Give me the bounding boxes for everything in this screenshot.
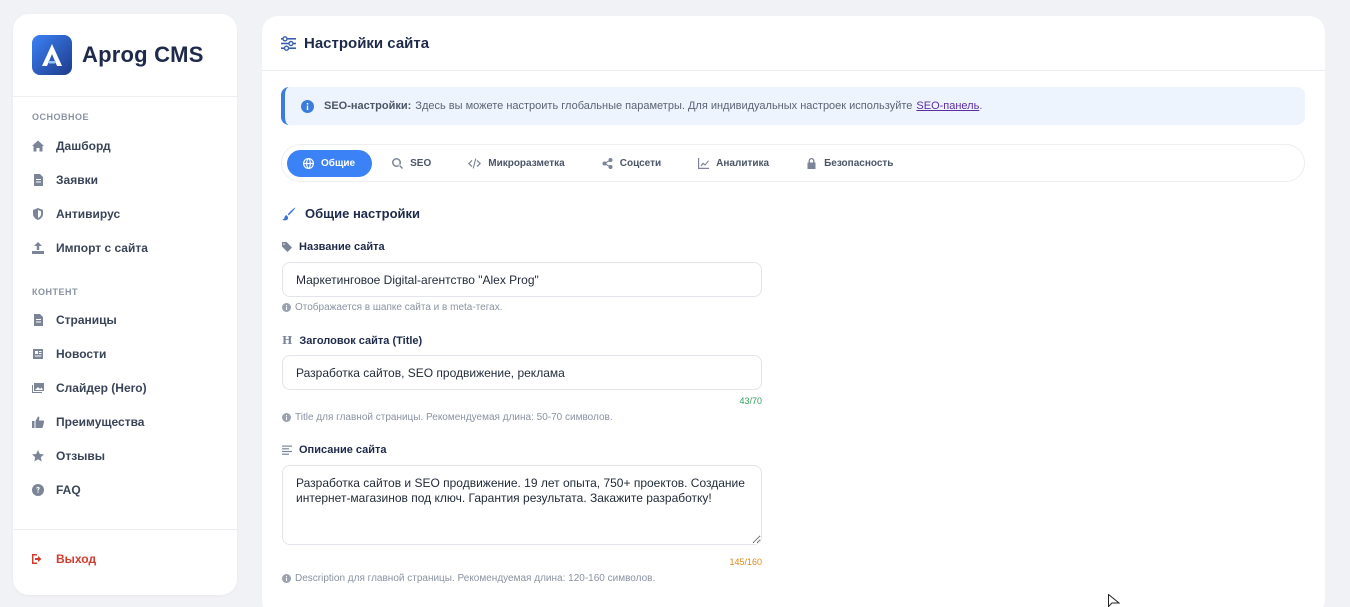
settings-tabs: Общие SEO Микроразметка Соцсети Аналитик… [281, 144, 1305, 182]
brand-logo-icon [32, 35, 72, 75]
code-icon [468, 158, 482, 168]
shield-icon [33, 208, 43, 220]
sidebar-item-import[interactable]: Импорт с сайта [13, 231, 237, 265]
info-circle-icon [282, 303, 291, 312]
chart-line-icon [698, 157, 710, 169]
sidebar-item-news[interactable]: Новости [13, 337, 237, 371]
brand[interactable]: Aprog CMS [13, 14, 237, 97]
tab-label: Соцсети [619, 157, 662, 169]
site-description-hint: Description для главной страницы. Рекоме… [282, 573, 655, 584]
sidebar-item-requests[interactable]: Заявки [13, 163, 237, 197]
section-title: Общие настройки [282, 206, 420, 221]
newspaper-icon [33, 349, 43, 359]
sliders-icon [281, 35, 296, 51]
star-icon [32, 450, 44, 462]
nav-section-main-title: ОСНОВНОЕ [32, 112, 90, 122]
paint-brush-icon [282, 207, 296, 220]
seo-info-alert: SEO-настройки: Здесь вы можете настроить… [281, 87, 1305, 125]
tab-label: SEO [410, 157, 432, 169]
sidebar-item-dashboard[interactable]: Дашборд [13, 129, 237, 163]
alert-end: . [979, 100, 983, 112]
info-circle-icon [282, 413, 291, 422]
site-name-hint-text: Отображается в шапке сайта и в meta-тега… [295, 302, 503, 313]
logout-label: Выход [56, 552, 97, 566]
sidebar-item-label: Преимущества [56, 415, 145, 429]
thumbs-up-icon [32, 416, 44, 428]
panel-header: Настройки сайта [262, 16, 1325, 71]
sidebar-item-reviews[interactable]: Отзывы [13, 439, 237, 473]
sidebar-item-label: Импорт с сайта [56, 241, 148, 255]
tab-social[interactable]: Соцсети [585, 150, 678, 177]
sidebar-item-label: Новости [56, 347, 107, 361]
sidebar-item-label: Отзывы [56, 449, 106, 463]
alert-title: SEO-настройки: [324, 100, 412, 112]
images-icon [32, 383, 44, 393]
site-title-label: H Заголовок сайта (Title) [282, 334, 422, 347]
site-description-label: Описание сайта [282, 444, 387, 456]
alert-text: Здесь вы можете настроить глобальные пар… [415, 100, 913, 112]
share-icon [602, 157, 613, 169]
file-icon [34, 314, 43, 326]
sidebar-item-label: FAQ [56, 483, 81, 497]
site-description-counter: 145/160 [729, 557, 762, 567]
settings-panel: Настройки сайта SEO-настройки: Здесь вы … [262, 16, 1325, 607]
site-name-label: Название сайта [282, 241, 385, 253]
tab-general[interactable]: Общие [287, 149, 373, 177]
site-description-label-text: Описание сайта [299, 444, 387, 456]
sidebar-item-label: Дашборд [56, 139, 111, 153]
tab-label: Общие [321, 157, 356, 169]
tab-markup[interactable]: Микроразметка [451, 150, 582, 177]
seo-panel-link[interactable]: SEO-панель [916, 100, 979, 112]
sidebar-item-label: Страницы [56, 313, 117, 327]
globe-icon [303, 157, 314, 169]
nav-section-content-title: КОНТЕНТ [32, 287, 78, 297]
site-name-hint: Отображается в шапке сайта и в meta-тега… [282, 302, 503, 313]
tab-analytics[interactable]: Аналитика [681, 150, 786, 177]
tag-icon [282, 242, 292, 252]
sidebar-item-slider[interactable]: Слайдер (Hero) [13, 371, 237, 405]
lock-icon [807, 157, 816, 169]
sidebar-item-advantages[interactable]: Преимущества [13, 405, 237, 439]
site-name-input[interactable] [282, 262, 762, 297]
logout-button[interactable]: Выход [13, 542, 237, 576]
info-circle-icon [282, 574, 291, 583]
tab-seo[interactable]: SEO [375, 150, 448, 177]
sidebar-item-faq[interactable]: FAQ [13, 473, 237, 507]
site-title-input[interactable] [282, 355, 762, 390]
sidebar-item-label: Заявки [56, 173, 98, 187]
question-icon [32, 484, 44, 496]
site-name-label-text: Название сайта [299, 241, 385, 253]
site-description-hint-text: Description для главной страницы. Рекоме… [295, 573, 656, 584]
search-icon [392, 157, 404, 169]
section-title-text: Общие настройки [305, 206, 420, 221]
sidebar-divider [13, 529, 237, 530]
tab-security[interactable]: Безопасность [789, 150, 910, 177]
page-title: Настройки сайта [304, 34, 430, 52]
sidebar-item-pages[interactable]: Страницы [13, 303, 237, 337]
mouse-cursor-icon [1108, 594, 1120, 607]
home-icon [32, 140, 44, 152]
file-icon [34, 174, 43, 186]
site-description-textarea[interactable]: Разработка сайтов и SEO продвижение. 19 … [282, 465, 762, 545]
sidebar-item-antivirus[interactable]: Антивирус [13, 197, 237, 231]
heading-icon: H [282, 334, 293, 347]
site-title-hint: Title для главной страницы. Рекомендуема… [282, 412, 613, 423]
site-title-counter: 43/70 [739, 396, 762, 406]
tab-label: Безопасность [824, 157, 894, 169]
upload-icon [32, 242, 44, 254]
site-title-hint-text: Title для главной страницы. Рекомендуема… [295, 412, 613, 423]
sidebar: Aprog CMS ОСНОВНОЕ Дашборд Заявки Антиви… [13, 14, 237, 595]
sidebar-item-label: Слайдер (Hero) [56, 381, 147, 395]
align-left-icon [282, 445, 292, 455]
site-title-label-text: Заголовок сайта (Title) [299, 334, 423, 347]
info-circle-icon [301, 99, 314, 113]
tab-label: Аналитика [716, 157, 770, 169]
sidebar-item-label: Антивирус [56, 207, 121, 221]
brand-name: Aprog CMS [82, 42, 204, 67]
tab-label: Микроразметка [488, 157, 565, 169]
sign-out-icon [32, 554, 42, 564]
